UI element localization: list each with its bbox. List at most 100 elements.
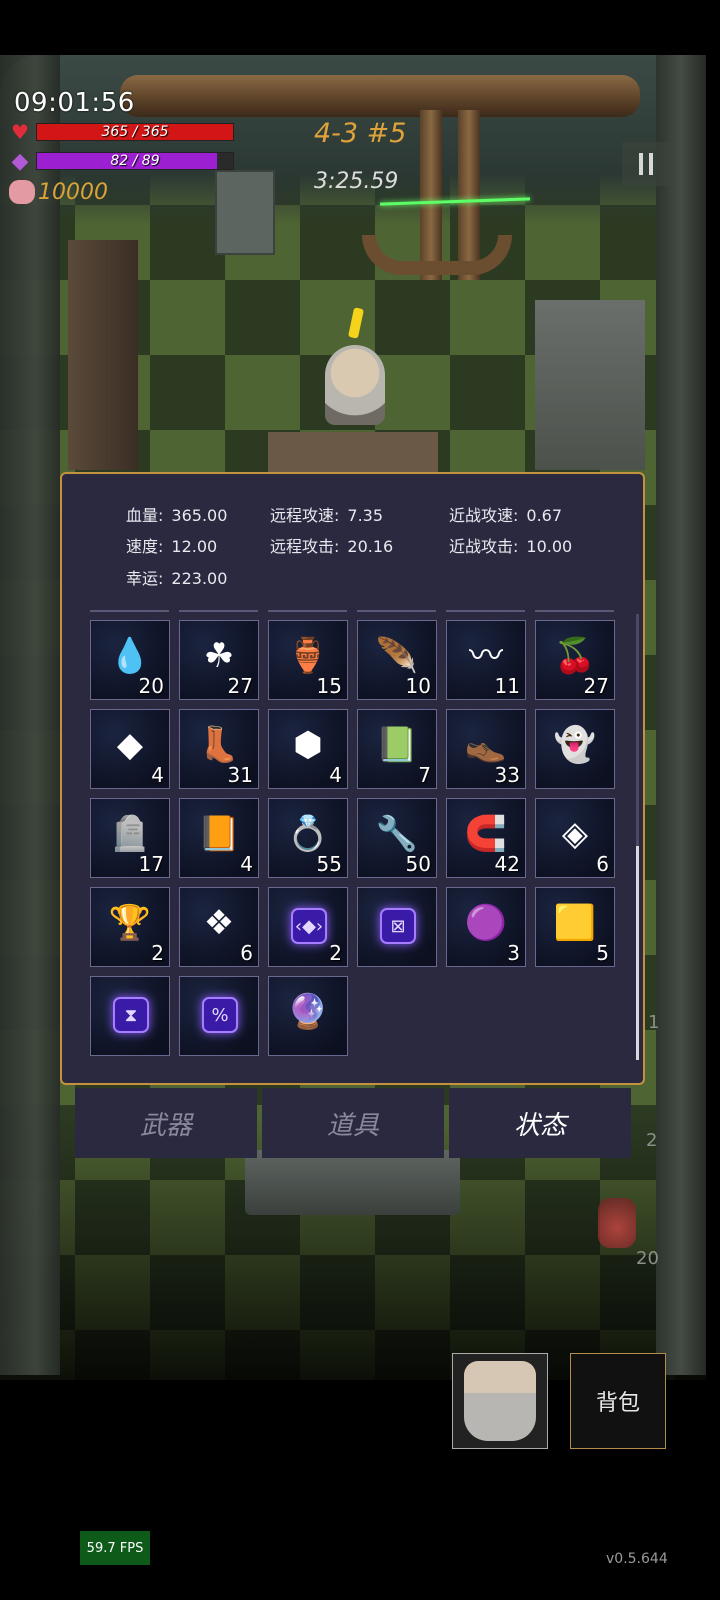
rainbow-orb-icon: 🔮 <box>286 992 330 1032</box>
item-slot[interactable]: 💧 20 <box>90 620 170 700</box>
item-count: 15 <box>316 674 342 698</box>
stat-luck: 幸运: 223.00 <box>126 565 227 589</box>
item-slot[interactable]: ⧗ <box>90 976 170 1056</box>
character-portrait-button[interactable] <box>452 1353 548 1449</box>
item-slot[interactable]: ☘ 27 <box>179 620 259 700</box>
mp-bar: 82 / 89 <box>36 152 234 170</box>
item-slot[interactable]: 📙 4 <box>179 798 259 878</box>
right-wall <box>656 55 706 1375</box>
stat-melee-attack: 近战攻击: 10.00 <box>449 533 572 557</box>
item-slot[interactable]: 👢 31 <box>179 709 259 789</box>
item-count: 42 <box>494 852 520 876</box>
rune-percent-icon: % <box>202 997 238 1033</box>
item-slot[interactable]: ◆ 4 <box>90 709 170 789</box>
pig-coin-icon <box>9 180 35 204</box>
rune-code-icon: ‹◆› <box>291 908 327 944</box>
pause-icon <box>639 153 643 175</box>
coin-count: 10000 <box>38 180 108 205</box>
item-slot[interactable]: 🪦 17 <box>90 798 170 878</box>
item-slot[interactable]: ⊠ <box>357 887 437 967</box>
item-count: 50 <box>405 852 431 876</box>
tab-items[interactable]: 道具 <box>262 1088 444 1158</box>
item-count: 4 <box>329 763 342 787</box>
item-slot[interactable]: 🏺 15 <box>268 620 348 700</box>
mp-text: 82 / 89 <box>110 153 160 169</box>
bookshelf <box>68 240 138 470</box>
item-slot[interactable]: 🔧 50 <box>357 798 437 878</box>
avatar <box>464 1361 536 1441</box>
stat-label: 近战攻速: <box>449 506 519 525</box>
side-count: 20 <box>636 1248 659 1269</box>
item-count: 7 <box>418 763 431 787</box>
stat-value: 10.00 <box>526 537 573 556</box>
item-count: 10 <box>405 674 431 698</box>
counter-table <box>268 432 438 472</box>
item-count: 27 <box>227 674 253 698</box>
item-count: 11 <box>494 674 520 698</box>
stat-value: 12.00 <box>171 537 218 556</box>
stat-value: 0.67 <box>526 506 563 525</box>
machine <box>215 170 275 255</box>
item-slot[interactable]: 〰 11 <box>446 620 526 700</box>
hp-text: 365 / 365 <box>101 124 169 140</box>
hp-bar: 365 / 365 <box>36 123 234 141</box>
item-slot[interactable]: % <box>179 976 259 1056</box>
item-slot[interactable]: ❖ 6 <box>179 887 259 967</box>
rune-hourglass-icon: ⧗ <box>113 997 149 1033</box>
run-timer: 3:25.59 <box>314 169 399 194</box>
item-slot[interactable]: 🪶 10 <box>357 620 437 700</box>
item-count: 55 <box>316 852 342 876</box>
stat-value: 365.00 <box>171 506 228 525</box>
stat-ranged-attack: 远程攻击: 20.16 <box>270 533 393 557</box>
item-slot[interactable]: 👻 <box>535 709 615 789</box>
item-count: 2 <box>329 941 342 965</box>
item-count: 2 <box>151 941 164 965</box>
stat-label: 速度: <box>126 537 164 556</box>
item-slot[interactable]: 📗 7 <box>357 709 437 789</box>
stat-melee-speed: 近战攻速: 0.67 <box>449 502 562 526</box>
machine-right <box>535 300 645 470</box>
side-count: 2 <box>646 1130 658 1151</box>
item-slot[interactable]: ◈ 6 <box>535 798 615 878</box>
pause-button[interactable] <box>622 142 670 186</box>
stat-label: 远程攻击: <box>270 537 340 556</box>
item-slot[interactable]: 🍒 27 <box>535 620 615 700</box>
item-slot[interactable]: 💍 55 <box>268 798 348 878</box>
stat-ranged-speed: 远程攻速: 7.35 <box>270 502 383 526</box>
pause-icon <box>649 153 653 175</box>
tab-weapons[interactable]: 武器 <box>75 1088 257 1158</box>
side-count: 1 <box>648 1012 660 1033</box>
item-slot[interactable]: 🔮 <box>268 976 348 1056</box>
item-count: 4 <box>151 763 164 787</box>
item-count: 33 <box>494 763 520 787</box>
item-count: 4 <box>240 852 253 876</box>
backpack-button[interactable]: 背包 <box>570 1353 666 1449</box>
pipe-horizontal <box>120 75 640 117</box>
stat-label: 近战攻击: <box>449 537 519 556</box>
item-count: 20 <box>138 674 164 698</box>
scrollbar-thumb[interactable] <box>636 846 639 1060</box>
scrollbar[interactable] <box>636 614 639 1060</box>
item-count: 6 <box>596 852 609 876</box>
npc-old-man[interactable] <box>325 345 385 425</box>
item-slot[interactable]: ‹◆› 2 <box>268 887 348 967</box>
item-slot[interactable]: 🏆 2 <box>90 887 170 967</box>
item-slot[interactable]: 🧲 42 <box>446 798 526 878</box>
item-slot[interactable]: ⬢ 4 <box>268 709 348 789</box>
item-count: 5 <box>596 941 609 965</box>
stat-value: 7.35 <box>347 506 384 525</box>
cloak-icon: 👻 <box>553 725 597 765</box>
heart-icon: ♥ <box>11 120 29 144</box>
pipe-bend <box>362 235 512 275</box>
item-slot[interactable]: 🟨 5 <box>535 887 615 967</box>
stat-value: 20.16 <box>347 537 394 556</box>
version-label: v0.5.644 <box>606 1551 668 1567</box>
tab-status[interactable]: 状态 <box>449 1088 631 1158</box>
stat-label: 远程攻速: <box>270 506 340 525</box>
item-slot[interactable]: 👞 33 <box>446 709 526 789</box>
item-slot[interactable]: 🟣 3 <box>446 887 526 967</box>
item-count: 17 <box>138 852 164 876</box>
left-wall <box>0 55 60 1375</box>
rune-cross-icon: ⊠ <box>380 908 416 944</box>
pedestal <box>245 1150 460 1215</box>
